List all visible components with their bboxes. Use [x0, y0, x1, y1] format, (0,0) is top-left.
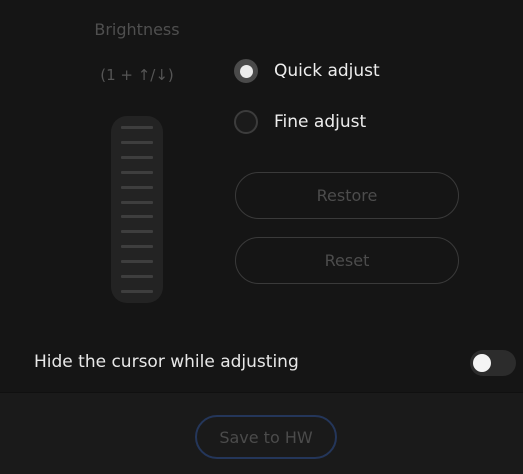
- slider-tick: [121, 185, 153, 189]
- slider-tick: [121, 200, 153, 204]
- brightness-title: Brightness: [94, 20, 180, 39]
- slider-tick: [121, 260, 153, 264]
- slider-tick: [121, 290, 153, 293]
- radio-selected-icon[interactable]: [234, 59, 258, 83]
- slider-tick: [121, 155, 153, 159]
- brightness-panel: Brightness (1 + ↑/↓) Quick adjust Fine a…: [0, 0, 523, 474]
- slider-ticks: [121, 126, 153, 293]
- toggle-knob: [473, 354, 491, 372]
- radio-label-quick-adjust: Quick adjust: [274, 61, 380, 81]
- hide-cursor-toggle[interactable]: [470, 350, 516, 376]
- slider-tick: [121, 126, 153, 129]
- brightness-slider[interactable]: [111, 116, 163, 303]
- brightness-shortcut-hint: (1 + ↑/↓): [100, 66, 174, 84]
- reset-button[interactable]: Reset: [235, 237, 459, 284]
- slider-tick: [121, 275, 153, 279]
- save-to-hw-button[interactable]: Save to HW: [195, 415, 337, 459]
- radio-label-fine-adjust: Fine adjust: [274, 112, 367, 132]
- slider-tick: [121, 245, 153, 249]
- radio-quick-adjust[interactable]: Quick adjust: [234, 57, 380, 85]
- slider-tick: [121, 230, 153, 234]
- slider-tick: [121, 215, 153, 219]
- radio-dot: [239, 64, 253, 78]
- radio-unselected-icon[interactable]: [234, 110, 258, 134]
- footer-bar: Save to HW: [0, 392, 523, 474]
- slider-tick: [121, 170, 153, 174]
- radio-fine-adjust[interactable]: Fine adjust: [234, 108, 366, 136]
- slider-tick: [121, 140, 153, 144]
- restore-button[interactable]: Restore: [235, 172, 459, 219]
- hide-cursor-label: Hide the cursor while adjusting: [34, 352, 299, 372]
